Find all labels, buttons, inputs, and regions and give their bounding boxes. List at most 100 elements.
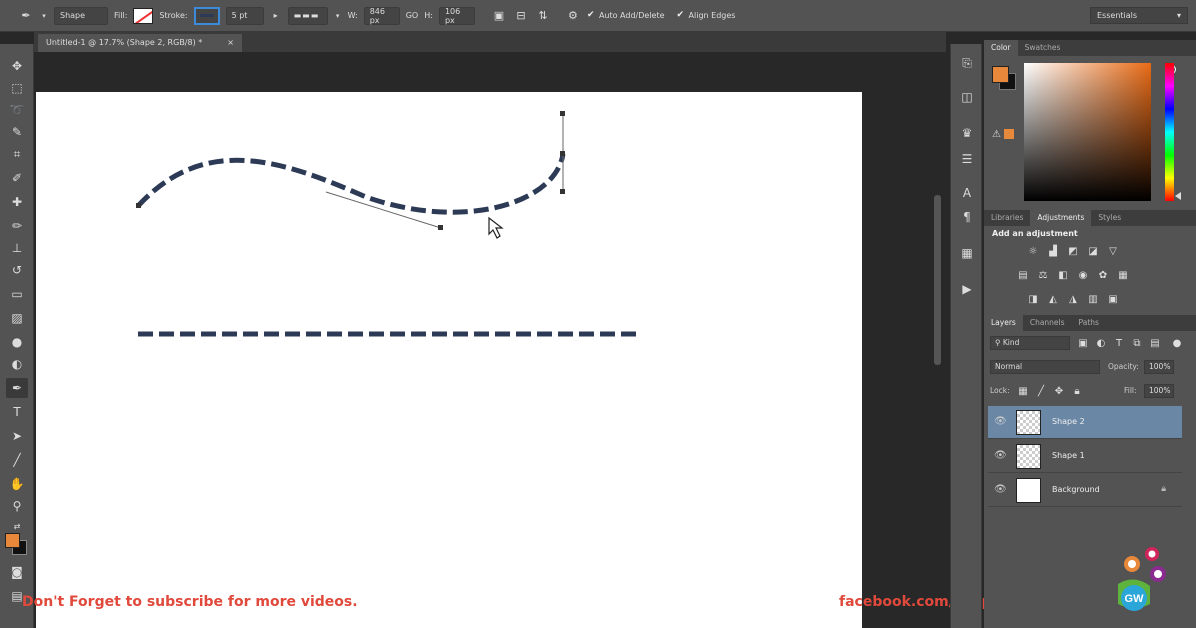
hue-slider-handle[interactable] — [1175, 192, 1181, 200]
hue-saturation-icon[interactable]: ▤ — [1016, 268, 1030, 282]
filter-type-icon[interactable]: T — [1112, 336, 1126, 350]
gear-icon[interactable]: ⚙ — [565, 8, 581, 24]
brush-tool-icon[interactable]: ✏ — [6, 216, 28, 236]
hue-slider[interactable] — [1165, 63, 1174, 201]
tool-mode-select[interactable]: Shape — [54, 6, 108, 25]
pen-tool-icon[interactable]: ✒ — [6, 378, 28, 398]
vibrance-icon[interactable]: ▽ — [1106, 244, 1120, 258]
marquee-tool-icon[interactable]: ⬚ — [6, 78, 28, 98]
invert-icon[interactable]: ◨ — [1026, 292, 1040, 306]
threshold-icon[interactable]: ◮ — [1066, 292, 1080, 306]
properties-icon[interactable]: ◫ — [958, 88, 976, 106]
zoom-tool-icon[interactable]: ⚲ — [6, 496, 28, 516]
posterize-icon[interactable]: ◭ — [1046, 292, 1060, 306]
link-dimensions-button[interactable]: GO — [406, 11, 419, 20]
layer-row[interactable]: 👁︎ Shape 1 — [988, 440, 1182, 473]
history-icon[interactable]: ⎘ — [958, 54, 976, 72]
foreground-color-swatch[interactable] — [992, 66, 1009, 83]
path-selection-tool-icon[interactable]: ➤ — [6, 426, 28, 446]
stroke-width-field[interactable]: 5 pt — [225, 6, 264, 25]
tab-styles[interactable]: Styles — [1091, 210, 1128, 226]
line-tool-icon[interactable]: ╱ — [6, 450, 28, 470]
tab-adjustments[interactable]: Adjustments — [1030, 210, 1092, 226]
filter-toggle-icon[interactable]: ● — [1170, 336, 1184, 350]
color-lookup-icon[interactable]: ▦ — [1116, 268, 1130, 282]
eye-icon[interactable]: 👁︎ — [994, 450, 1007, 461]
black-white-icon[interactable]: ◧ — [1056, 268, 1070, 282]
filter-adjustment-icon[interactable]: ◐ — [1094, 336, 1108, 350]
layer-row[interactable]: 👁︎ Background 🔒︎ — [988, 474, 1182, 507]
layer-row[interactable]: 👁︎ Shape 2 — [988, 406, 1182, 439]
eraser-tool-icon[interactable]: ▭ — [6, 284, 28, 304]
history-brush-tool-icon[interactable]: ↺ — [6, 260, 28, 280]
lock-all-icon[interactable]: 🔒︎ — [1070, 384, 1084, 398]
exposure-icon[interactable]: ◪ — [1086, 244, 1100, 258]
chevron-down-icon[interactable]: ▾ — [334, 8, 342, 24]
fill-field[interactable]: 100% — [1144, 384, 1174, 398]
hand-tool-icon[interactable]: ✋ — [6, 474, 28, 494]
layer-filter-select[interactable]: ⚲ Kind — [990, 336, 1070, 350]
blend-mode-select[interactable]: Normal — [990, 360, 1100, 374]
channel-mixer-icon[interactable]: ✿ — [1096, 268, 1110, 282]
quick-mask-icon[interactable]: ◙ — [6, 562, 28, 582]
brush-presets-icon[interactable]: ♛ — [958, 124, 976, 142]
clone-stamp-tool-icon[interactable]: ⊥ — [6, 238, 28, 258]
tab-layers[interactable]: Layers — [984, 315, 1023, 331]
path-operations-icon[interactable]: ▣ — [491, 8, 507, 24]
stroke-swatch[interactable] — [193, 6, 220, 25]
info-icon[interactable]: ▦ — [958, 244, 976, 262]
eye-icon[interactable]: 👁︎ — [994, 484, 1007, 495]
gradient-map-icon[interactable]: ▥ — [1086, 292, 1100, 306]
filter-shape-icon[interactable]: ⧉ — [1130, 336, 1144, 350]
vertical-scrollbar[interactable] — [934, 195, 941, 365]
type-tool-icon[interactable]: T — [6, 402, 28, 422]
fill-swatch[interactable] — [133, 7, 154, 24]
canvas-area[interactable] — [34, 52, 946, 628]
filter-pixel-icon[interactable]: ▣ — [1076, 336, 1090, 350]
quick-selection-tool-icon[interactable]: ✎ — [6, 122, 28, 142]
lock-position-icon[interactable]: ✥ — [1052, 384, 1066, 398]
stroke-type-select[interactable]: ▬▬▬ — [287, 6, 328, 25]
dodge-tool-icon[interactable]: ◐ — [6, 354, 28, 374]
document-tab[interactable]: Untitled-1 @ 17.7% (Shape 2, RGB/8) * × — [38, 34, 242, 52]
color-balance-icon[interactable]: ⚖ — [1036, 268, 1050, 282]
stroke-width-slider-icon[interactable]: ▸ — [270, 8, 282, 24]
lock-transparency-icon[interactable]: ▦ — [1016, 384, 1030, 398]
actions-icon[interactable]: ▶ — [958, 280, 976, 298]
auto-add-delete-checkbox[interactable]: ✔ Auto Add/Delete — [587, 11, 665, 21]
character-icon[interactable]: A — [958, 184, 976, 202]
levels-icon[interactable]: ▟ — [1046, 244, 1060, 258]
move-tool-icon[interactable]: ✥ — [6, 56, 28, 76]
workspace-select[interactable]: Essentials ▾ — [1090, 7, 1188, 24]
blur-tool-icon[interactable]: ● — [6, 332, 28, 352]
web-safe-color-swatch[interactable] — [1004, 129, 1014, 139]
selective-color-icon[interactable]: ▣ — [1106, 292, 1120, 306]
lasso-tool-icon[interactable]: ➰ — [6, 100, 28, 120]
filter-smart-object-icon[interactable]: ▤ — [1148, 336, 1162, 350]
height-field[interactable]: 106 px — [438, 6, 475, 25]
brush-panel-icon[interactable]: ☰ — [958, 150, 976, 168]
foreground-color-swatch[interactable] — [5, 533, 20, 548]
color-spectrum-field[interactable] — [1024, 63, 1176, 201]
tab-paths[interactable]: Paths — [1072, 315, 1106, 331]
tab-swatches[interactable]: Swatches — [1018, 40, 1068, 56]
paragraph-icon[interactable]: ¶ — [958, 208, 976, 226]
path-arrangement-icon[interactable]: ⇅ — [535, 8, 551, 24]
gradient-tool-icon[interactable]: ▨ — [6, 308, 28, 328]
lock-pixels-icon[interactable]: ╱ — [1034, 384, 1048, 398]
healing-brush-tool-icon[interactable]: ✚ — [6, 192, 28, 212]
width-field[interactable]: 846 px — [363, 6, 400, 25]
align-edges-checkbox[interactable]: ✔ Align Edges — [677, 11, 736, 21]
crop-tool-icon[interactable]: ⌗ — [6, 144, 28, 164]
chevron-down-icon[interactable]: ▾ — [40, 8, 48, 24]
tab-color[interactable]: Color — [984, 40, 1018, 56]
path-alignment-icon[interactable]: ⊟ — [513, 8, 529, 24]
opacity-field[interactable]: 100% — [1144, 360, 1174, 374]
close-icon[interactable]: × — [227, 38, 234, 48]
brightness-contrast-icon[interactable]: ☼ — [1026, 244, 1040, 258]
document-canvas[interactable] — [36, 92, 862, 628]
eyedropper-tool-icon[interactable]: ✐ — [6, 168, 28, 188]
curves-icon[interactable]: ◩ — [1066, 244, 1080, 258]
photo-filter-icon[interactable]: ◉ — [1076, 268, 1090, 282]
pen-tool-preset-icon[interactable]: ✒ — [18, 8, 34, 24]
